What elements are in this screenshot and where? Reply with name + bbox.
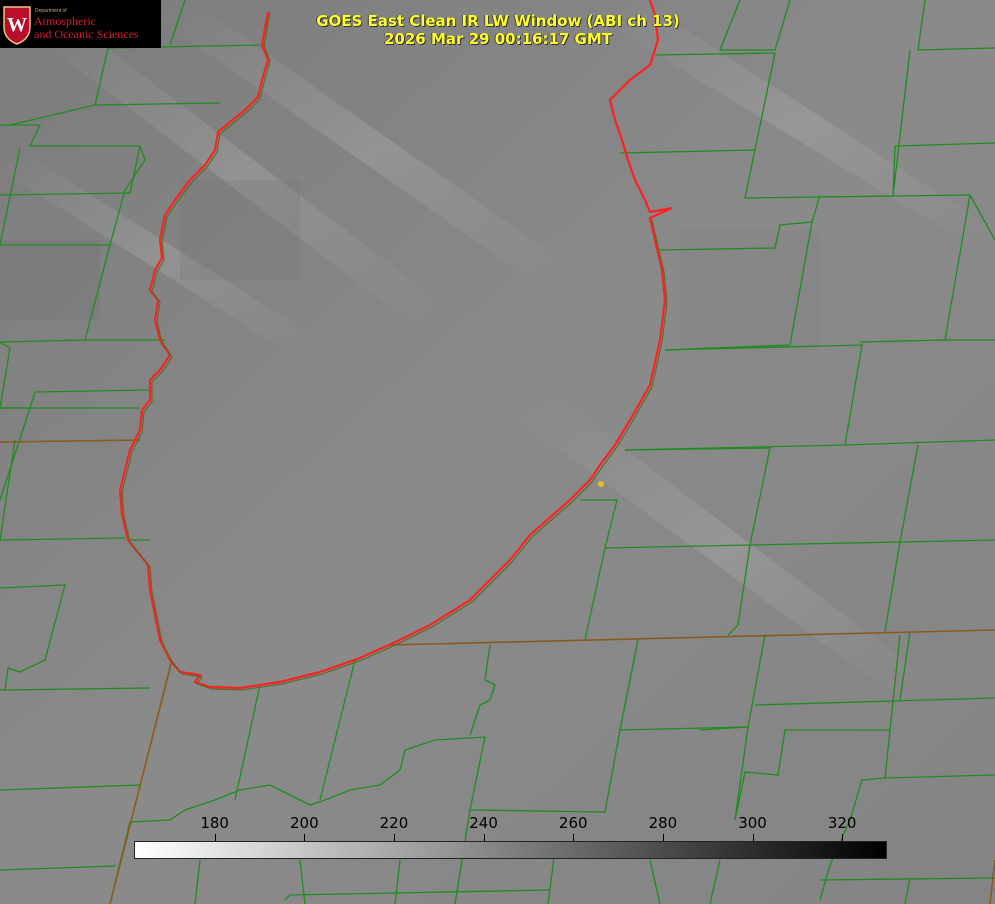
colorbar-tick-label: 260 — [558, 814, 588, 832]
location-marker[interactable] — [598, 481, 604, 487]
colorbar-tick-mark — [393, 834, 395, 841]
colorbar-tick-label: 320 — [827, 814, 857, 832]
satellite-map[interactable] — [0, 0, 995, 904]
logo-line2: and Oceanic Sciences — [34, 27, 139, 41]
title-timestamp: 2026 Mar 29 00:16:17 GMT — [383, 30, 613, 48]
seal-letter: W — [7, 14, 27, 36]
colorbar — [134, 841, 887, 859]
colorbar-labels: 180 200 220 240 260 280 300 320 — [0, 814, 995, 834]
colorbar-tick-mark — [662, 834, 664, 841]
title-line1: GOES East Clean IR LW Window (ABI ch 13) — [316, 12, 680, 30]
colorbar-tick-mark — [573, 834, 575, 841]
colorbar-tick-label: 220 — [379, 814, 409, 832]
colorbar-tick-label: 240 — [469, 814, 498, 832]
colorbar-tick-mark — [304, 834, 306, 841]
colorbar-tick-label: 200 — [289, 814, 319, 832]
colorbar-tick-mark — [214, 834, 216, 841]
colorbar-tick-label: 180 — [200, 814, 229, 832]
image-title: GOES East Clean IR LW Window (ABI ch 13)… — [300, 12, 696, 48]
colorbar-tick-mark — [752, 834, 754, 841]
colorbar-tick-label: 300 — [738, 814, 767, 832]
colorbar-tick-mark — [483, 834, 485, 841]
aos-logo[interactable]: W Department of Atmospheric and Oceanic … — [0, 0, 161, 48]
colorbar-tick-mark — [842, 834, 844, 841]
uw-seal-icon: W — [3, 6, 31, 45]
colorbar-tick-label: 280 — [648, 814, 678, 832]
